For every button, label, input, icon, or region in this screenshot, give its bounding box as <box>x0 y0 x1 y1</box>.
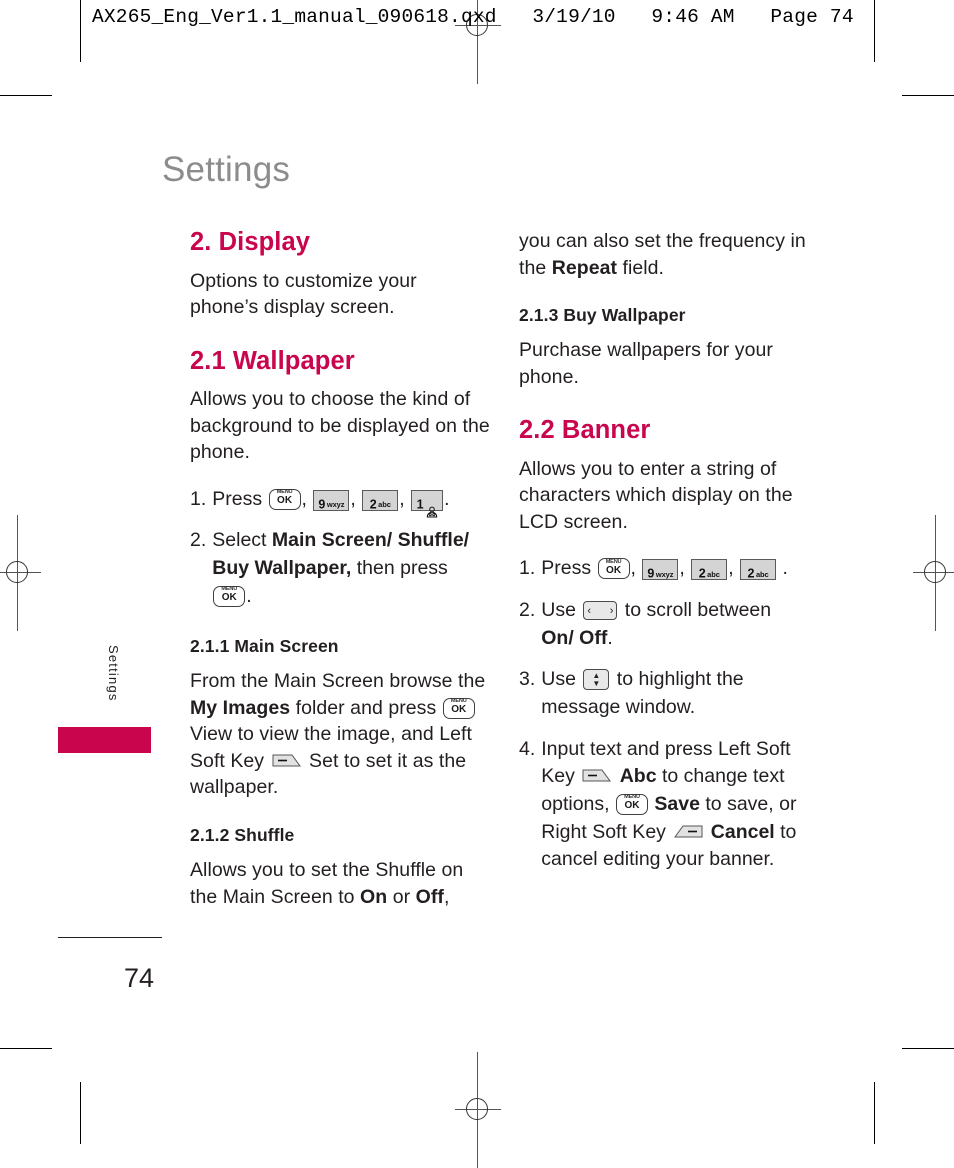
step-lead: Select <box>212 529 267 552</box>
side-tab-bar <box>58 727 151 753</box>
continuation-bold-repeat: Repeat <box>551 256 618 279</box>
step-number: 1. <box>519 557 536 580</box>
subsection-heading-shuffle: 2.1.2 Shuffle <box>190 825 295 845</box>
subsection-heading-buy-wallpaper: 2.1.3 Buy Wallpaper <box>519 305 686 326</box>
step-lead: Press <box>212 487 263 510</box>
crop-mark-bottom-right <box>902 1048 954 1049</box>
shuffle-bold-off: Off <box>415 885 444 908</box>
continuation-paragraph: you can also set the frequency in the Re… <box>519 228 827 281</box>
step-bold-save: Save <box>654 792 700 815</box>
crop-mark-top-left <box>0 95 52 96</box>
quark-file-header: AX265_Eng_Ver1.1_manual_090618.qxd 3/19/… <box>92 6 854 28</box>
left-soft-key-icon <box>272 750 302 767</box>
key-2-abc-icon: 2 abc <box>740 559 777 581</box>
step-bold-onoff: On/ Off <box>541 626 608 649</box>
crop-mark-top-right <box>902 95 954 96</box>
buy-wallpaper-body: Purchase wallpapers for your phone. <box>519 339 773 388</box>
step-lead: Use <box>541 668 576 691</box>
page-title: Settings <box>162 150 291 189</box>
step-text: Press MENU OK, 9 wxyz, 2 abc, 2 abc . <box>541 557 788 581</box>
step-number: 3. <box>519 668 536 691</box>
main-screen-bold: My Images <box>190 696 291 719</box>
display-intro-text: Options to customize your phone’s displa… <box>190 269 417 319</box>
step-trail: . <box>607 626 613 649</box>
banner-step-4: 4. Input text and press Left Soft Key Ab… <box>519 736 827 874</box>
banner-step-1: 1. Press MENU OK, 9 wxyz, 2 abc, 2 abc . <box>519 555 827 583</box>
step-text: Select Main Screen/ Shuffle/Buy Wallpape… <box>212 527 490 610</box>
banner-step-3: 3. Use ▲ ▼ to highlight the message windo… <box>519 666 827 721</box>
menu-ok-key-icon: MENU OK <box>213 585 246 607</box>
key-1-voicemail-icon: 1 <box>411 489 444 518</box>
key-9-wxyz-icon: 9 wxyz <box>313 489 350 511</box>
key-2-abc-icon: 2 abc <box>362 489 399 511</box>
wallpaper-intro-text: Allows you to choose the kind of backgro… <box>190 388 490 464</box>
step-text: Use ▲ ▼ to highlight the message window. <box>541 666 827 721</box>
section-heading-display: 2. Display <box>190 228 311 256</box>
step-number: 1. <box>190 487 207 510</box>
menu-ok-key-icon: MENU OK <box>268 488 301 510</box>
step-bold-option-a: Main Screen/ Shuffle/ <box>271 529 470 552</box>
banner-intro-text: Allows you to enter a string of characte… <box>519 457 793 533</box>
shuffle-text-end: , <box>443 885 450 908</box>
key-9-wxyz-icon: 9 wxyz <box>642 559 679 581</box>
step-mid: then press <box>356 557 448 580</box>
step-trail: . <box>444 487 450 510</box>
side-tab-label: Settings <box>106 645 121 702</box>
wallpaper-step-1: 1. Press MENU OK, 9 wxyz, 2 abc, 1. <box>190 486 490 518</box>
section-heading-wallpaper: 2.1 Wallpaper <box>190 346 355 375</box>
page-number: 74 <box>124 963 155 993</box>
registration-mark-right <box>913 515 954 631</box>
main-screen-text-b: folder and press <box>295 696 437 719</box>
step-mid: to scroll between <box>624 598 772 621</box>
step-bold-abc: Abc <box>619 765 657 788</box>
step-trail: . <box>782 557 788 580</box>
step-number: 2. <box>190 529 207 552</box>
footer-rule <box>58 937 162 939</box>
wallpaper-step-2: 2. Select Main Screen/ Shuffle/Buy Wallp… <box>190 527 490 610</box>
nav-up-down-key-icon: ▲ ▼ <box>583 669 610 691</box>
menu-ok-key-icon: MENU OK <box>597 558 630 580</box>
section-heading-banner: 2.2 Banner <box>519 416 651 445</box>
menu-ok-key-icon: MENU OK <box>442 697 475 719</box>
continuation-text-b: field. <box>622 256 665 279</box>
crop-mark-bottom-right-vertical <box>874 1082 875 1144</box>
step-text: Use ‹ › to scroll between On/ Off. <box>541 597 827 652</box>
step-number: 2. <box>519 598 536 621</box>
banner-step-2: 2. Use ‹ › to scroll between On/ Off. <box>519 597 827 652</box>
registration-mark-left <box>0 515 41 631</box>
shuffle-body: Allows you to set the Shuffle on the Mai… <box>190 857 490 910</box>
left-soft-key-icon <box>582 765 612 782</box>
subsection-heading-main-screen: 2.1.1 Main Screen <box>190 636 339 657</box>
menu-ok-key-icon: MENU OK <box>616 793 648 815</box>
step-bold-cancel: Cancel <box>710 820 775 843</box>
crop-mark-bottom-left <box>0 1048 52 1049</box>
page-frame-left-rule <box>80 0 81 62</box>
step-text: Press MENU OK, 9 wxyz, 2 abc, 1. <box>212 486 490 518</box>
crop-mark-bottom-left-vertical <box>80 1082 81 1144</box>
step-bold-option-b: Buy Wallpaper, <box>212 557 352 580</box>
registration-mark-bottom <box>455 1052 501 1168</box>
shuffle-bold-on: On <box>360 885 388 908</box>
main-screen-text-a: From the Main Screen browse the <box>190 670 486 693</box>
left-column: 2. Display Options to customize your pho… <box>190 228 490 924</box>
page-frame-right-rule <box>874 0 875 62</box>
right-soft-key-icon <box>673 821 703 838</box>
nav-left-right-key-icon: ‹ › <box>583 600 618 620</box>
main-screen-body: From the Main Screen browse the My Image… <box>190 668 490 801</box>
step-text: Input text and press Left Soft Key Abc t… <box>541 736 827 874</box>
shuffle-text-or: or <box>392 885 411 908</box>
key-2-abc-icon: 2 abc <box>691 559 728 581</box>
step-number: 4. <box>519 737 536 760</box>
right-column: you can also set the frequency in the Re… <box>519 228 827 888</box>
step-trail: . <box>246 584 252 607</box>
step-lead: Press <box>541 557 592 580</box>
step-lead: Use <box>541 598 576 621</box>
